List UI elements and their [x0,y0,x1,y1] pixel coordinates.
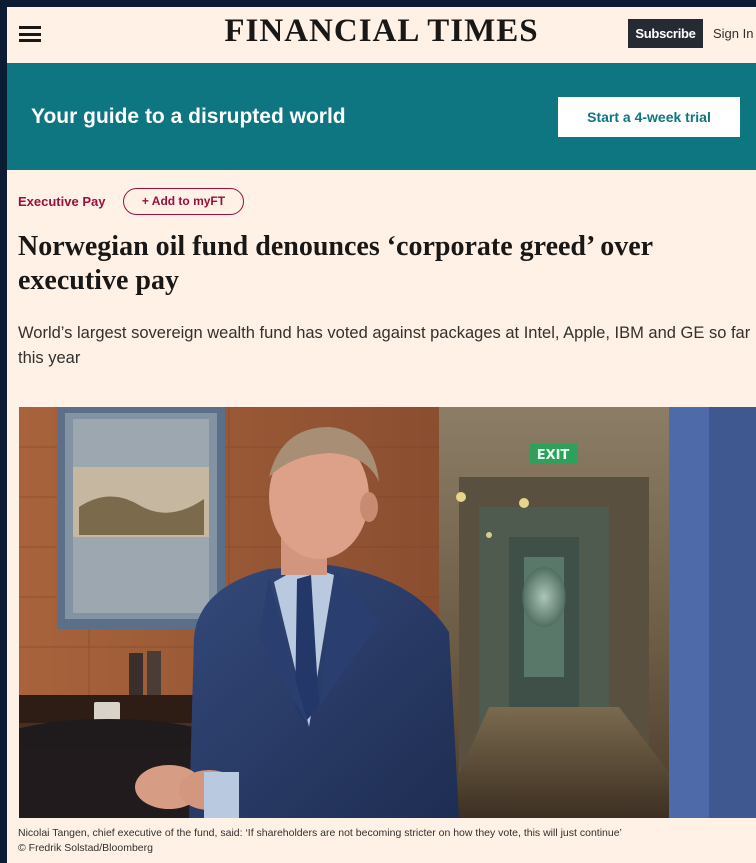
topic-link[interactable]: Executive Pay [18,194,105,209]
banner-text: Your guide to a disrupted world [31,105,346,128]
start-trial-button[interactable]: Start a 4-week trial [558,97,740,137]
article-standfirst: World’s largest sovereign wealth fund ha… [18,324,751,367]
site-header: FINANCIAL TIMES Subscribe Sign In [7,7,756,63]
article-page: FINANCIAL TIMES Subscribe Sign In Your g… [7,7,756,863]
image-caption: Nicolai Tangen, chief executive of the f… [18,826,756,856]
caption-text: Nicolai Tangen, chief executive of the f… [18,827,622,839]
photo-credit: © Fredrik Solstad/Bloomberg [18,842,153,854]
sign-in-link[interactable]: Sign In [713,26,753,41]
subscribe-button[interactable]: Subscribe [628,19,703,48]
exit-sign-text: EXIT [537,448,570,463]
article-main-image: EXIT [19,407,756,818]
add-to-myft-button[interactable]: + Add to myFT [123,188,244,215]
article-headline: Norwegian oil fund denounces ‘corporate … [18,231,653,296]
promo-banner: Your guide to a disrupted world Start a … [7,63,756,170]
